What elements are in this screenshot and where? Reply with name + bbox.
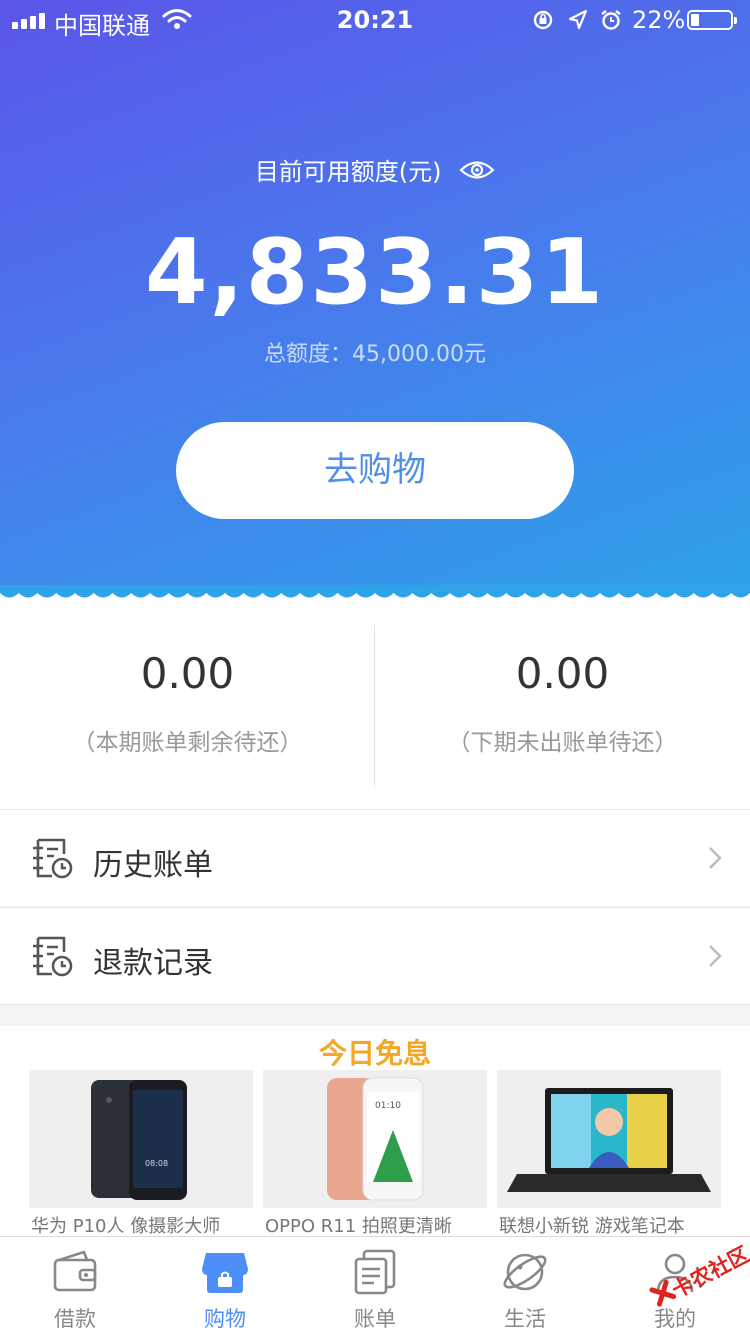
credit-hero: 中国联通 20:21 22% 目前可用额度(元) 4,833.31 总额度：45… xyxy=(0,0,750,600)
row-label: 历史账单 xyxy=(93,848,213,883)
tab-label: 购物 xyxy=(204,1307,246,1331)
available-credit-label: 目前可用额度(元) xyxy=(0,152,750,187)
available-credit-amount: 4,833.31 xyxy=(144,220,606,325)
bill-history-icon xyxy=(33,838,73,879)
tab-bills[interactable]: 账单 xyxy=(300,1237,450,1334)
store-icon xyxy=(202,1253,248,1293)
amount-label: （本期账单剩余待还） xyxy=(72,730,303,756)
product-card-oppo[interactable]: 01:10 OPPO R11 拍照更清晰 xyxy=(263,1070,487,1237)
planet-icon xyxy=(503,1253,547,1291)
chevron-right-icon xyxy=(709,847,722,869)
current-bill-remaining[interactable]: 0.00 （本期账单剩余待还） xyxy=(0,605,375,809)
history-bills-row[interactable]: 历史账单 xyxy=(0,809,750,906)
promo-title: 今日免息 xyxy=(318,1037,431,1070)
alarm-icon xyxy=(601,10,621,30)
rotation-lock-icon xyxy=(533,10,553,30)
row-label: 退款记录 xyxy=(93,946,213,981)
interest-free-promo: 今日免息 08:08 华为 P10人 像摄影大师 01:10 OPPO R11 … xyxy=(0,1026,750,1237)
battery-percent: 22% xyxy=(632,6,686,34)
eye-icon[interactable] xyxy=(459,159,495,181)
svg-text:08:08: 08:08 xyxy=(145,1159,168,1168)
location-icon xyxy=(568,9,588,30)
status-bar: 中国联通 20:21 22% xyxy=(0,0,750,40)
tab-shopping[interactable]: 购物 xyxy=(150,1237,300,1334)
product-caption: 华为 P10人 像摄影大师 xyxy=(31,1216,221,1237)
product-image-phone-black: 08:08 xyxy=(29,1070,253,1208)
wallet-icon xyxy=(53,1250,97,1292)
amount: 0.00 xyxy=(515,649,610,698)
tab-label: 生活 xyxy=(504,1307,546,1331)
refund-record-icon xyxy=(33,936,73,977)
tab-loan[interactable]: 借款 xyxy=(0,1237,150,1334)
product-image-laptop xyxy=(497,1070,721,1208)
product-caption: OPPO R11 拍照更清晰 xyxy=(265,1216,452,1237)
go-shopping-button[interactable]: 去购物 xyxy=(176,422,574,519)
refund-records-row[interactable]: 退款记录 xyxy=(0,907,750,1005)
battery-icon xyxy=(687,10,737,30)
product-card-huawei[interactable]: 08:08 华为 P10人 像摄影大师 xyxy=(29,1070,253,1237)
svg-text:01:10: 01:10 xyxy=(375,1101,401,1111)
bill-icon xyxy=(354,1249,396,1295)
chevron-right-icon xyxy=(709,945,722,967)
tab-label: 账单 xyxy=(354,1307,396,1331)
amount-label: （下期未出账单待还） xyxy=(447,730,678,756)
total-credit: 总额度：45,000.00元 xyxy=(264,342,486,367)
amount: 0.00 xyxy=(140,649,235,698)
tab-label: 借款 xyxy=(54,1307,96,1331)
product-caption: 联想小新锐 游戏笔记本 xyxy=(499,1216,685,1237)
product-card-lenovo[interactable]: 联想小新锐 游戏笔记本 xyxy=(497,1070,721,1237)
product-image-phone-rose-gold: 01:10 xyxy=(263,1070,487,1208)
repayment-summary: 0.00 （本期账单剩余待还） 0.00 （下期未出账单待还） xyxy=(0,605,750,809)
bottom-tab-bar: 借款 购物 账单 生活 我的 xyxy=(0,1236,750,1334)
next-bill-pending[interactable]: 0.00 （下期未出账单待还） xyxy=(375,605,750,809)
tab-life[interactable]: 生活 xyxy=(450,1237,600,1334)
